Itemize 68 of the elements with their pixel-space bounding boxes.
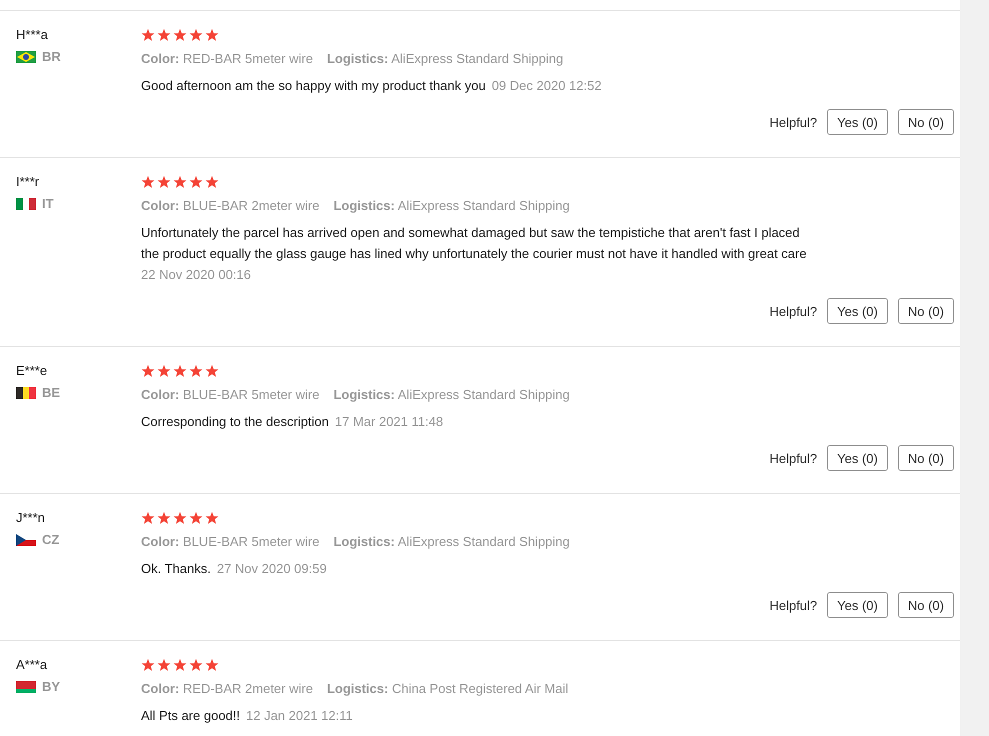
product-color: Color: BLUE-BAR 5meter wire — [141, 386, 320, 404]
star-icon — [141, 658, 155, 672]
country-code: BR — [42, 49, 61, 64]
helpful-label: Helpful? — [769, 114, 818, 130]
star-icon — [157, 511, 171, 525]
star-icon — [205, 364, 219, 378]
star-icon — [189, 658, 203, 672]
no-button[interactable]: No (0) — [898, 445, 954, 471]
star-icon — [141, 364, 155, 378]
yes-button[interactable]: Yes (0) — [827, 445, 888, 471]
product-color: Color: BLUE-BAR 2meter wire — [141, 197, 320, 215]
logistics-info: Logistics: AliExpress Standard Shipping — [333, 386, 570, 404]
star-icon — [157, 364, 171, 378]
star-icon — [173, 28, 187, 42]
review-text: All Pts are good!! — [141, 707, 240, 725]
star-icon — [205, 28, 219, 42]
user-name: J***n — [16, 509, 46, 527]
star-icon — [205, 658, 219, 672]
review-date: 09 Dec 2020 12:52 — [492, 77, 602, 95]
helpful-label: Helpful? — [769, 304, 818, 318]
helpful-label: Helpful? — [769, 598, 818, 612]
logistics-info: Logistics: AliExpress Standard Shipping — [326, 50, 564, 68]
review-date: 22 Nov 2020 00:16 — [141, 266, 251, 284]
country-code: BE — [42, 385, 60, 400]
star-icon — [189, 364, 203, 378]
product-color: Color: BLUE-BAR 5meter wire — [141, 533, 320, 551]
country-code: BY — [42, 679, 60, 694]
user-name: H***a — [16, 26, 49, 44]
review-text: Unfortunately the parcel has arrived open and somewhat damaged but saw the tempistiche that aren't fast I placed the product equally the glass gauge has lined why unfortunately the courier must not have it handled with great care — [141, 224, 808, 263]
star-icon — [173, 175, 187, 189]
scrollbar[interactable] — [960, 0, 989, 736]
star-icon — [173, 364, 187, 378]
star-icon — [173, 658, 187, 672]
product-color: Color: RED-BAR 2meter wire — [141, 680, 313, 698]
country-code: CZ — [42, 532, 60, 547]
user-name: I***r — [16, 173, 40, 191]
country-code: IT — [42, 196, 54, 211]
star-icon — [189, 511, 203, 525]
helpful-label: Helpful? — [769, 450, 818, 466]
star-icon — [141, 175, 155, 189]
logistics-info: Logistics: AliExpress Standard Shipping — [333, 197, 570, 215]
yes-button[interactable]: Yes (0) — [827, 109, 888, 135]
review-date: 27 Nov 2020 09:59 — [216, 560, 327, 578]
star-icon — [173, 511, 187, 525]
review-text: Corresponding to the description — [141, 413, 329, 431]
star-icon — [141, 28, 155, 42]
review-text: Good afternoon am the so happy with my product thank you — [141, 77, 486, 95]
product-color: Color: RED-BAR 5meter wire — [141, 50, 313, 68]
review-text: Ok. Thanks. — [141, 560, 211, 578]
star-icon — [141, 511, 155, 525]
no-button[interactable]: No (0) — [898, 298, 954, 324]
review-date: 17 Mar 2021 11:48 — [334, 413, 444, 431]
yes-button[interactable]: Yes (0) — [827, 298, 888, 324]
star-icon — [157, 175, 171, 189]
no-button[interactable]: No (0) — [898, 109, 954, 135]
user-name: A***a — [16, 656, 48, 674]
no-button[interactable]: No (0) — [898, 592, 954, 618]
star-icon — [205, 511, 219, 525]
yes-button[interactable]: Yes (0) — [827, 592, 888, 618]
logistics-info: Logistics: AliExpress Standard Shipping — [333, 533, 570, 551]
star-icon — [157, 28, 171, 42]
user-name: E***e — [16, 362, 48, 380]
review-date: 12 Jan 2021 12:11 — [246, 707, 353, 725]
logistics-info: Logistics: China Post Registered Air Mail — [326, 680, 568, 698]
star-icon — [189, 175, 203, 189]
star-icon — [205, 175, 219, 189]
star-icon — [189, 28, 203, 42]
star-icon — [157, 658, 171, 672]
